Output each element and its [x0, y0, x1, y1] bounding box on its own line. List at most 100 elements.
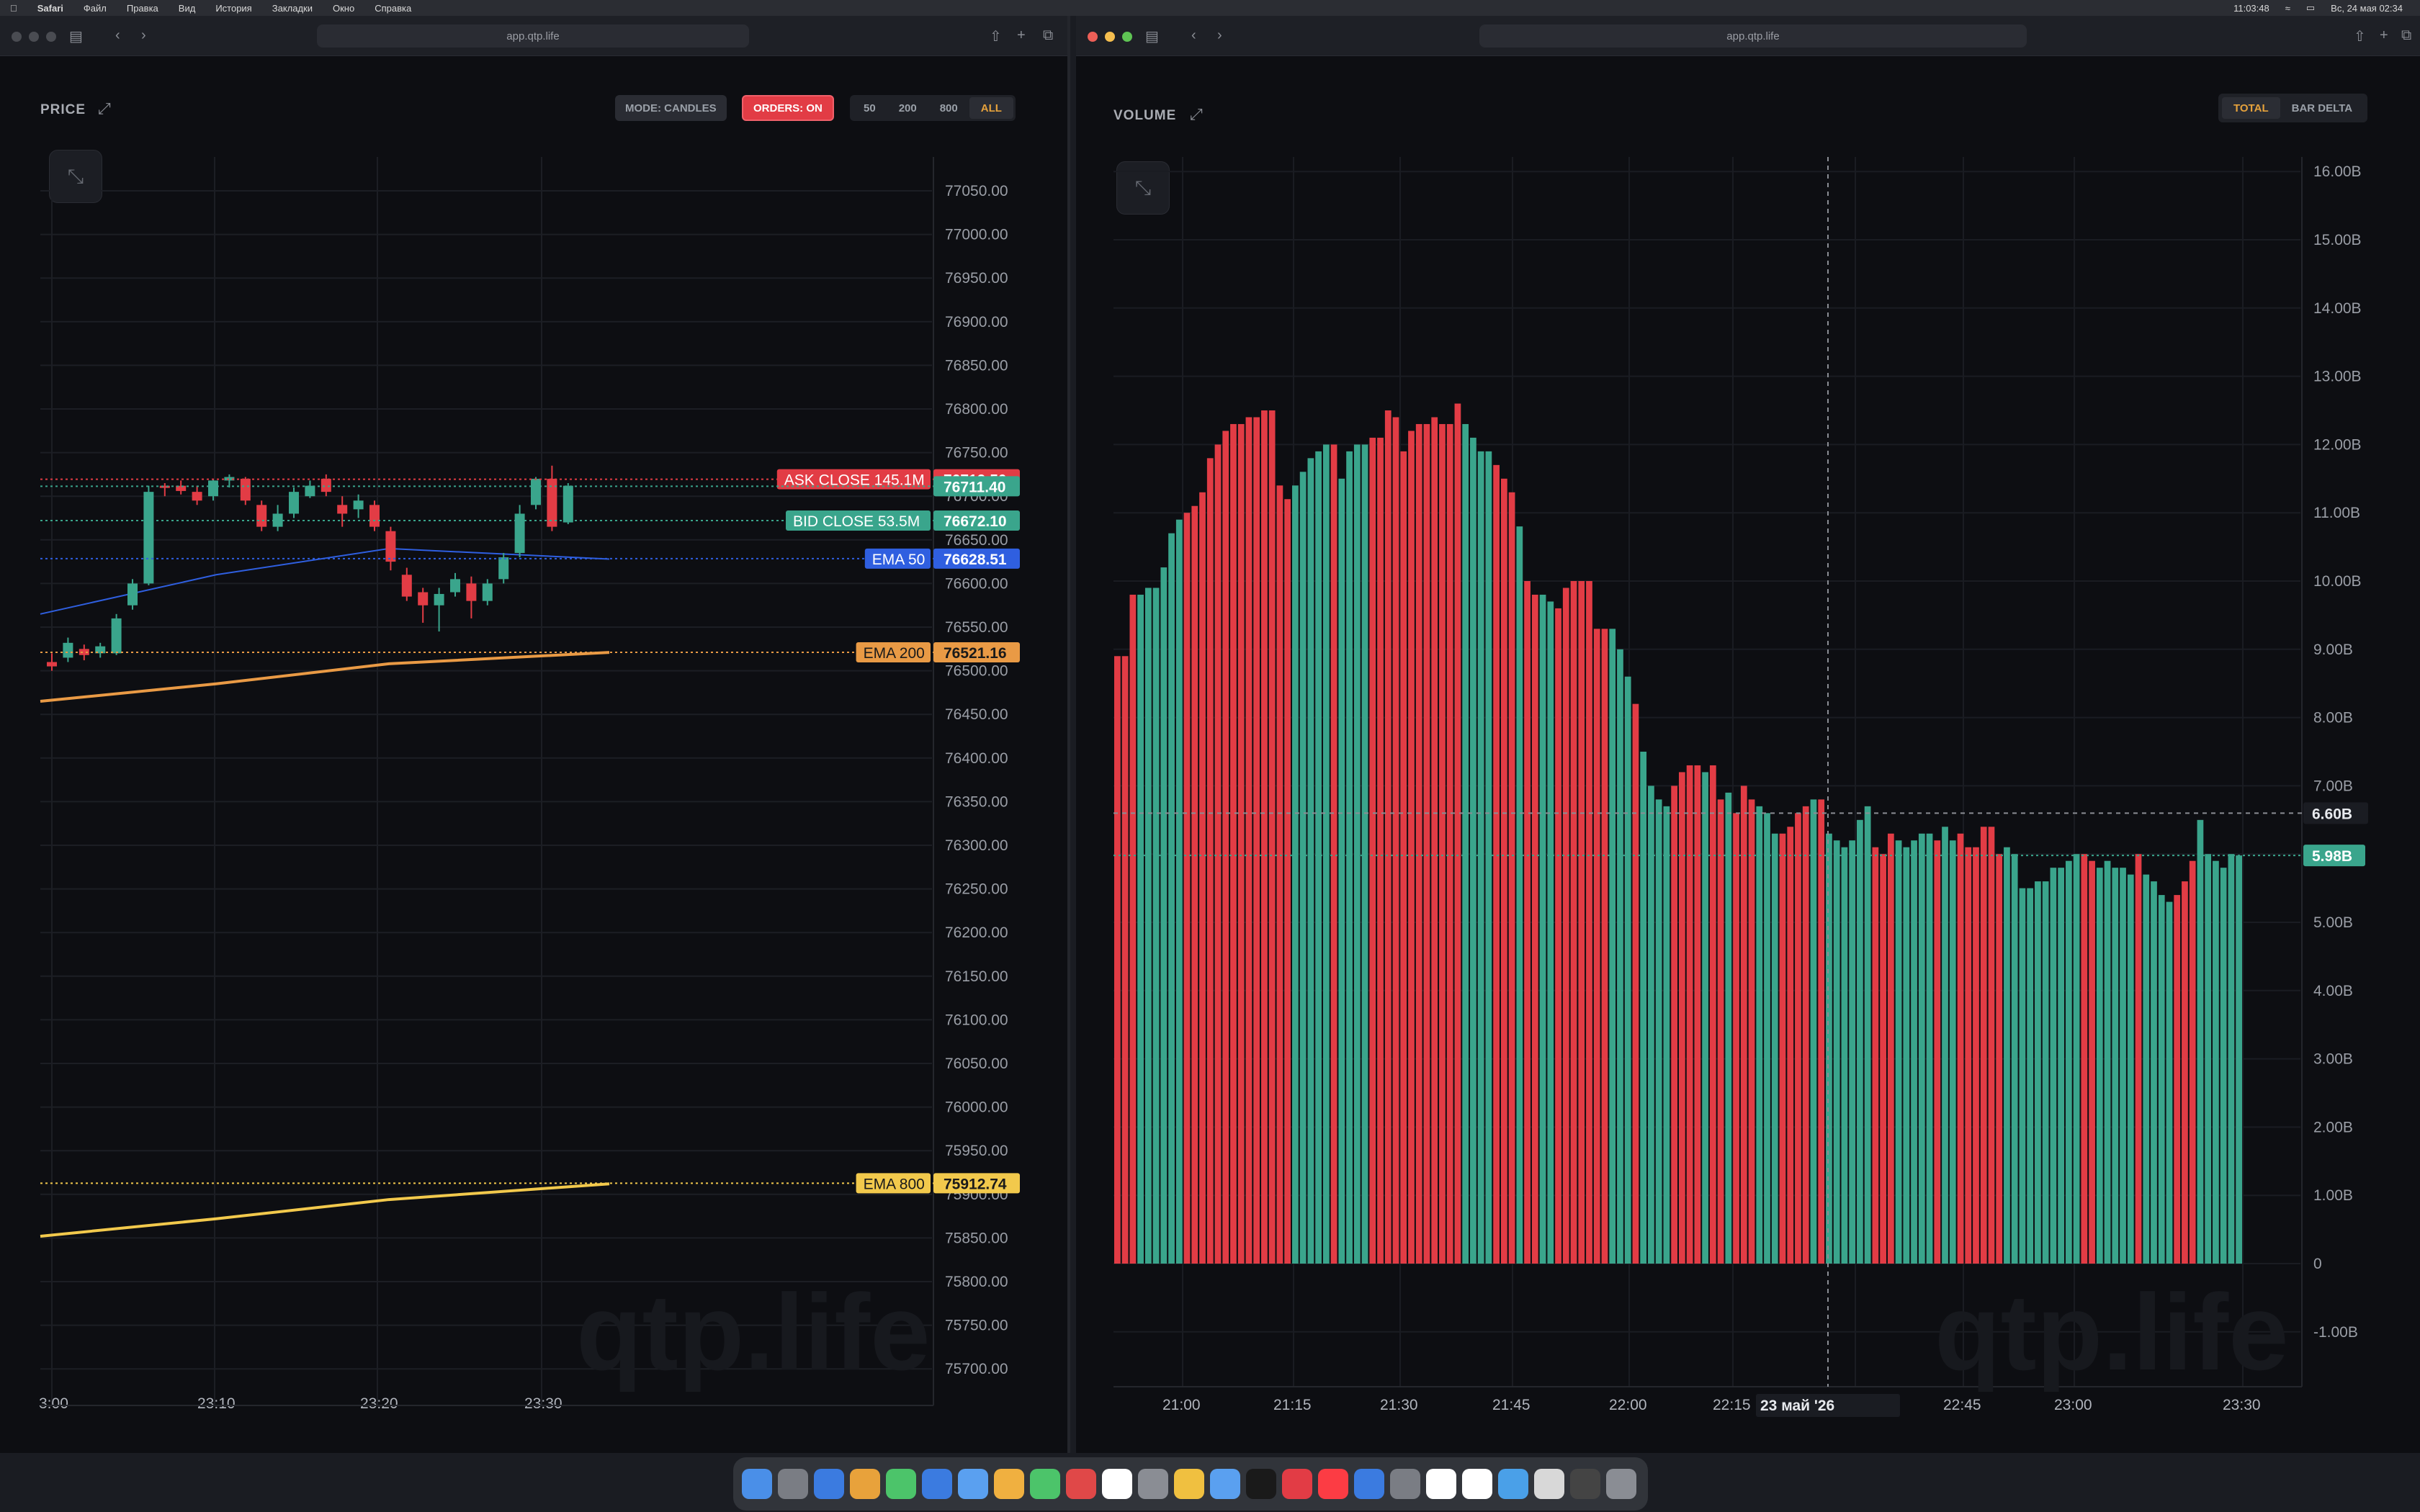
volume-bar [2127, 874, 2134, 1264]
dock-app-icon[interactable] [1354, 1469, 1384, 1499]
dock-app-icon[interactable] [1246, 1469, 1276, 1499]
volume-bar [1144, 588, 1152, 1264]
dock-app-icon[interactable] [1606, 1469, 1636, 1499]
dock-app-icon[interactable] [1570, 1469, 1600, 1499]
price-chart[interactable]: 77050.00 77000.00 76950.00 76900.00 76850.00… [0, 16, 1070, 1453]
dock-app-icon[interactable] [814, 1469, 844, 1499]
menu-bookmarks[interactable]: Закладки [262, 3, 323, 14]
dock-app-icon[interactable] [1534, 1469, 1564, 1499]
dock-app-icon[interactable] [1138, 1469, 1168, 1499]
menu-file[interactable]: Файл [73, 3, 117, 14]
volume-bar [1555, 608, 1561, 1264]
dock-app-icon[interactable] [1174, 1469, 1204, 1499]
dock-app-icon[interactable] [958, 1469, 988, 1499]
y-tick-label: 76900.00 [945, 314, 1008, 330]
volume-bar [2027, 888, 2034, 1264]
y-tick-label: 10.00B [2313, 573, 2362, 590]
candle-body [305, 485, 315, 497]
volume-bar [2112, 868, 2119, 1264]
volume-bar [1322, 444, 1330, 1264]
y-tick-label: 12.00B [2313, 436, 2362, 453]
volume-bar [1624, 676, 1631, 1264]
y-tick-label: 3.00B [2313, 1051, 2353, 1068]
menu-view[interactable]: Вид [169, 3, 206, 14]
volume-bar [1942, 827, 1948, 1264]
volume-bar [1887, 833, 1894, 1264]
volume-bar [1586, 581, 1592, 1264]
volume-bar [1276, 485, 1283, 1264]
y-tick-label: 7.00B [2313, 778, 2353, 794]
menu-history[interactable]: История [205, 3, 261, 14]
dock-app-icon[interactable] [1462, 1469, 1492, 1499]
dock-app-icon[interactable] [1102, 1469, 1132, 1499]
last-value: 5.98B [2312, 848, 2352, 865]
volume-bar [1957, 833, 1964, 1264]
volume-bar [1183, 513, 1191, 1264]
menu-window[interactable]: Окно [323, 3, 364, 14]
volume-bar [1477, 451, 1484, 1264]
candle-body [482, 583, 493, 601]
volume-bar [1880, 854, 1886, 1264]
dock-app-icon[interactable] [886, 1469, 916, 1499]
menu-edit[interactable]: Правка [117, 3, 169, 14]
volume-bar [2089, 860, 2095, 1264]
dock-app-icon[interactable] [1426, 1469, 1456, 1499]
y-tick-label: 76750.00 [945, 445, 1008, 462]
volume-bar [1493, 464, 1500, 1264]
dock [733, 1457, 1648, 1511]
timer-text[interactable]: 11:03:48 [2233, 3, 2269, 14]
dock-app-icon[interactable] [1282, 1469, 1312, 1499]
y-tick-label: 4.00B [2313, 983, 2353, 999]
volume-bar [1733, 813, 1739, 1264]
price-label-name: EMA 50 [872, 552, 926, 568]
price-label-value: 76672.10 [944, 513, 1007, 530]
volume-bar [1253, 417, 1260, 1264]
apple-icon[interactable]:  [0, 3, 27, 14]
menu-app[interactable]: Safari [27, 3, 73, 14]
dock-app-icon[interactable] [994, 1469, 1024, 1499]
volume-bar [2135, 854, 2142, 1264]
dock-app-icon[interactable] [1318, 1469, 1348, 1499]
volume-bar [1686, 765, 1693, 1264]
volume-bar [1415, 423, 1422, 1264]
volume-bar [1214, 444, 1222, 1264]
volume-bar [1454, 403, 1461, 1264]
volume-bar [1268, 410, 1276, 1264]
candle-body [401, 575, 412, 597]
menu-help[interactable]: Справка [364, 3, 421, 14]
price-label-value: 75912.74 [944, 1176, 1007, 1192]
dock-app-icon[interactable] [1210, 1469, 1240, 1499]
dock-app-icon[interactable] [1498, 1469, 1528, 1499]
volume-bar [1500, 478, 1507, 1264]
dock-app-icon[interactable] [922, 1469, 952, 1499]
volume-bar [2073, 854, 2080, 1264]
volume-bar [1601, 629, 1608, 1264]
volume-chart[interactable]: 16.00B 15.00B 14.00B 13.00B 12.00B 11.00B 10.0… [1076, 16, 2420, 1453]
volume-bar [2174, 895, 2181, 1264]
volume-bar [1299, 472, 1307, 1264]
candle-body [369, 505, 380, 527]
volume-bar [2042, 881, 2049, 1264]
volume-bar [2166, 901, 2173, 1264]
dock-app-icon[interactable] [850, 1469, 880, 1499]
x-tick-label: 23:30 [524, 1395, 563, 1412]
volume-bar [1895, 840, 1902, 1264]
volume-bar [1725, 792, 1732, 1264]
volume-bar [1353, 444, 1361, 1264]
volume-bar [1833, 840, 1840, 1264]
volume-bar [1756, 806, 1763, 1264]
dock-app-icon[interactable] [1030, 1469, 1060, 1499]
dock-app-icon[interactable] [742, 1469, 772, 1499]
volume-bar [2189, 860, 2196, 1264]
volume-bar [1524, 581, 1531, 1264]
wifi-icon[interactable]: ≈ [2285, 3, 2290, 14]
clock-text[interactable]: Вс, 24 мая 02:34 [2331, 3, 2403, 14]
candle-body [63, 642, 73, 658]
dock-app-icon[interactable] [1066, 1469, 1096, 1499]
volume-bar [1307, 458, 1314, 1264]
candle-body [47, 662, 57, 667]
dock-app-icon[interactable] [778, 1469, 808, 1499]
dock-app-icon[interactable] [1390, 1469, 1420, 1499]
battery-icon[interactable]: ▭ [2306, 2, 2315, 14]
y-tick-label: -1.00B [2313, 1324, 2358, 1341]
